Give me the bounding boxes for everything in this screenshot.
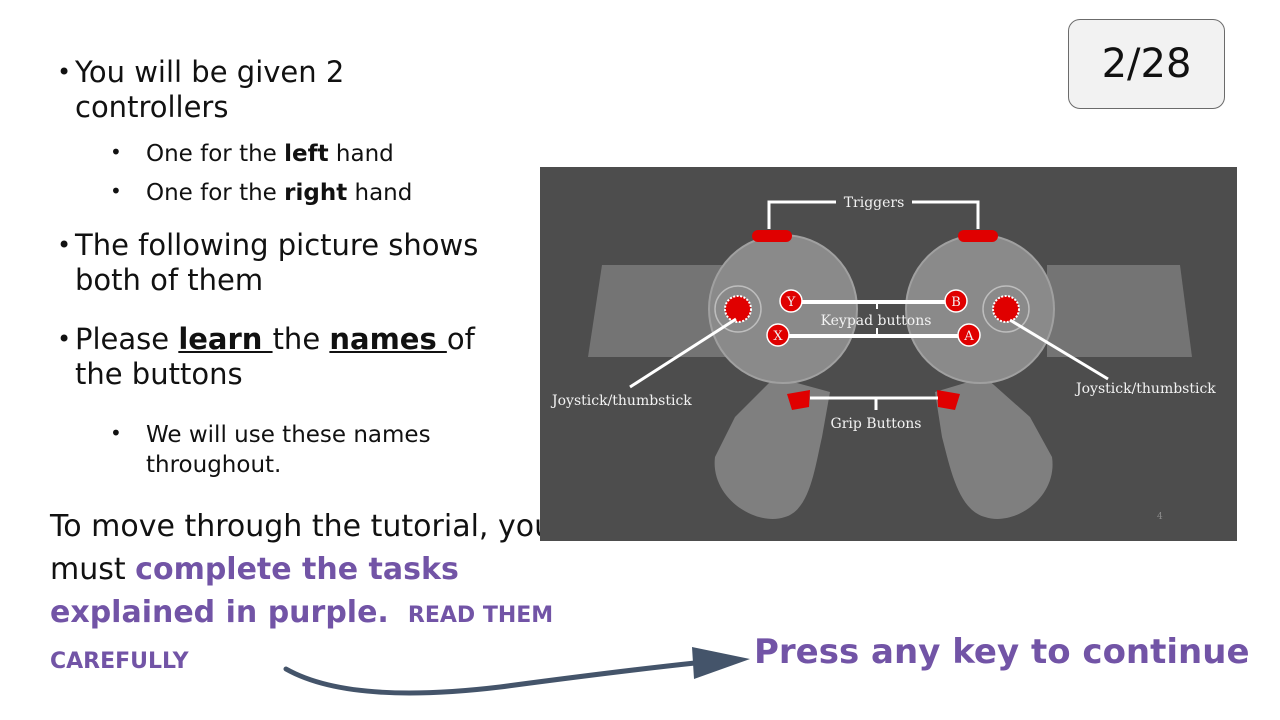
learn-emphasis: learn xyxy=(178,322,273,356)
bullet-dot: • xyxy=(57,325,72,353)
bullet-learn-names: • Please learn the names of the buttons xyxy=(57,322,497,392)
left-joystick xyxy=(724,295,752,323)
subbullet-left-hand: • One for the left hand xyxy=(110,139,510,169)
subbullet-text: We will use these names throughout. xyxy=(146,422,431,478)
subbullet-text: hand xyxy=(328,141,394,167)
bullet-given-controllers: • You will be given 2 controllers xyxy=(57,55,387,125)
subbullet-bold: right xyxy=(284,180,348,206)
page-counter: 2/28 xyxy=(1068,19,1225,109)
subbullet-right-hand: • One for the right hand xyxy=(110,178,510,208)
subbullet-use-names: • We will use these names throughout. xyxy=(110,420,490,480)
right-trigger xyxy=(958,230,998,242)
subbullet-bold: left xyxy=(284,141,329,167)
controller-diagram: Triggers Keypad buttons Y X B A Joystick… xyxy=(540,167,1237,541)
right-joystick xyxy=(992,295,1020,323)
keypad-label: Keypad buttons xyxy=(821,313,932,329)
bullet-dot: • xyxy=(57,231,72,259)
right-controller-ring xyxy=(905,234,1055,384)
triggers-callout-left xyxy=(767,200,836,229)
bullet-text: The following picture shows both of them xyxy=(75,228,479,297)
x-button-label: X xyxy=(773,329,783,344)
left-trigger xyxy=(752,230,792,242)
left-joystick-label: Joystick/thumbstick xyxy=(550,393,692,409)
triggers-callout-right xyxy=(912,200,980,229)
press-any-key-prompt: Press any key to continue xyxy=(754,632,1250,672)
names-emphasis: names xyxy=(329,322,447,356)
subbullet-text: One for the xyxy=(146,180,285,206)
bullet-dot: • xyxy=(57,58,72,86)
right-joystick-label: Joystick/thumbstick xyxy=(1074,381,1216,397)
bullet-dot: • xyxy=(110,179,122,203)
bullet-text: Please xyxy=(75,322,179,356)
right-controller-bar xyxy=(1047,265,1192,357)
subbullet-text: One for the xyxy=(146,141,285,167)
subbullet-text: hand xyxy=(347,180,413,206)
y-button-label: Y xyxy=(786,295,796,310)
a-button-label: A xyxy=(963,329,974,344)
b-button-label: B xyxy=(951,295,961,310)
bullet-dot: • xyxy=(110,140,122,164)
diagram-page-number: 4 xyxy=(1157,512,1163,522)
grip-label: Grip Buttons xyxy=(831,416,922,432)
bullet-text: the xyxy=(272,322,330,356)
bullet-dot: • xyxy=(110,421,122,445)
curved-arrow-icon xyxy=(283,647,750,696)
bullet-picture-shows: • The following picture shows both of th… xyxy=(57,228,517,298)
bullet-text: You will be given 2 controllers xyxy=(75,55,345,124)
triggers-label: Triggers xyxy=(844,195,905,211)
